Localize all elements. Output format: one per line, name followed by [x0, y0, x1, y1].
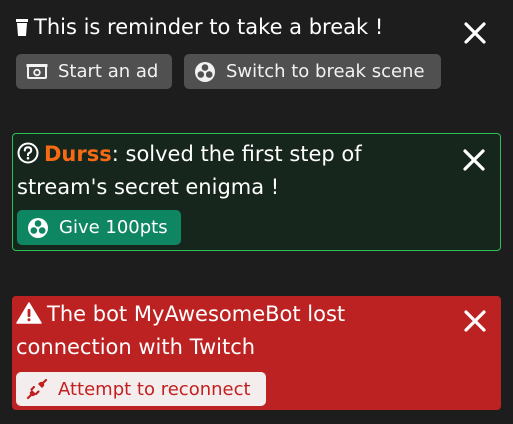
close-icon	[463, 149, 485, 171]
obs-icon	[194, 61, 216, 83]
username[interactable]: Durss	[44, 142, 112, 166]
give-points-button[interactable]: Give 100pts	[17, 210, 181, 245]
enigma-notification: Durss: solved the first step of stream's…	[12, 133, 501, 251]
unplugged-icon	[26, 378, 48, 400]
reconnect-label: Attempt to reconnect	[58, 378, 251, 400]
cash-icon	[26, 61, 48, 83]
close-button[interactable]	[462, 148, 486, 172]
start-ad-button[interactable]: Start an ad	[16, 54, 172, 89]
close-button[interactable]	[463, 21, 487, 45]
start-ad-label: Start an ad	[58, 61, 159, 82]
give-points-label: Give 100pts	[59, 217, 168, 238]
bot-disconnected-message: The bot MyAwesomeBot lost connection wit…	[16, 299, 441, 362]
close-button[interactable]	[463, 309, 487, 333]
separator: :	[111, 142, 119, 166]
switch-break-scene-button[interactable]: Switch to break scene	[184, 54, 441, 89]
reconnect-button[interactable]: Attempt to reconnect	[16, 372, 266, 406]
obs-icon	[27, 217, 49, 239]
warning-triangle-icon	[16, 302, 42, 332]
break-reminder-message-row: This is reminder to take a break !	[15, 12, 461, 45]
question-circle-icon	[17, 142, 39, 172]
enigma-message: Durss: solved the first step of stream's…	[17, 139, 440, 202]
switch-break-scene-label: Switch to break scene	[226, 61, 425, 82]
trash-can-icon	[15, 15, 29, 45]
bot-disconnected-text: The bot MyAwesomeBot lost connection wit…	[16, 302, 346, 359]
break-reminder-text: This is reminder to take a break !	[34, 15, 384, 39]
close-icon	[464, 310, 486, 332]
close-icon	[464, 22, 486, 44]
break-reminder-notification: This is reminder to take a break ! Start…	[12, 8, 501, 92]
bot-disconnected-notification: The bot MyAwesomeBot lost connection wit…	[12, 296, 501, 410]
